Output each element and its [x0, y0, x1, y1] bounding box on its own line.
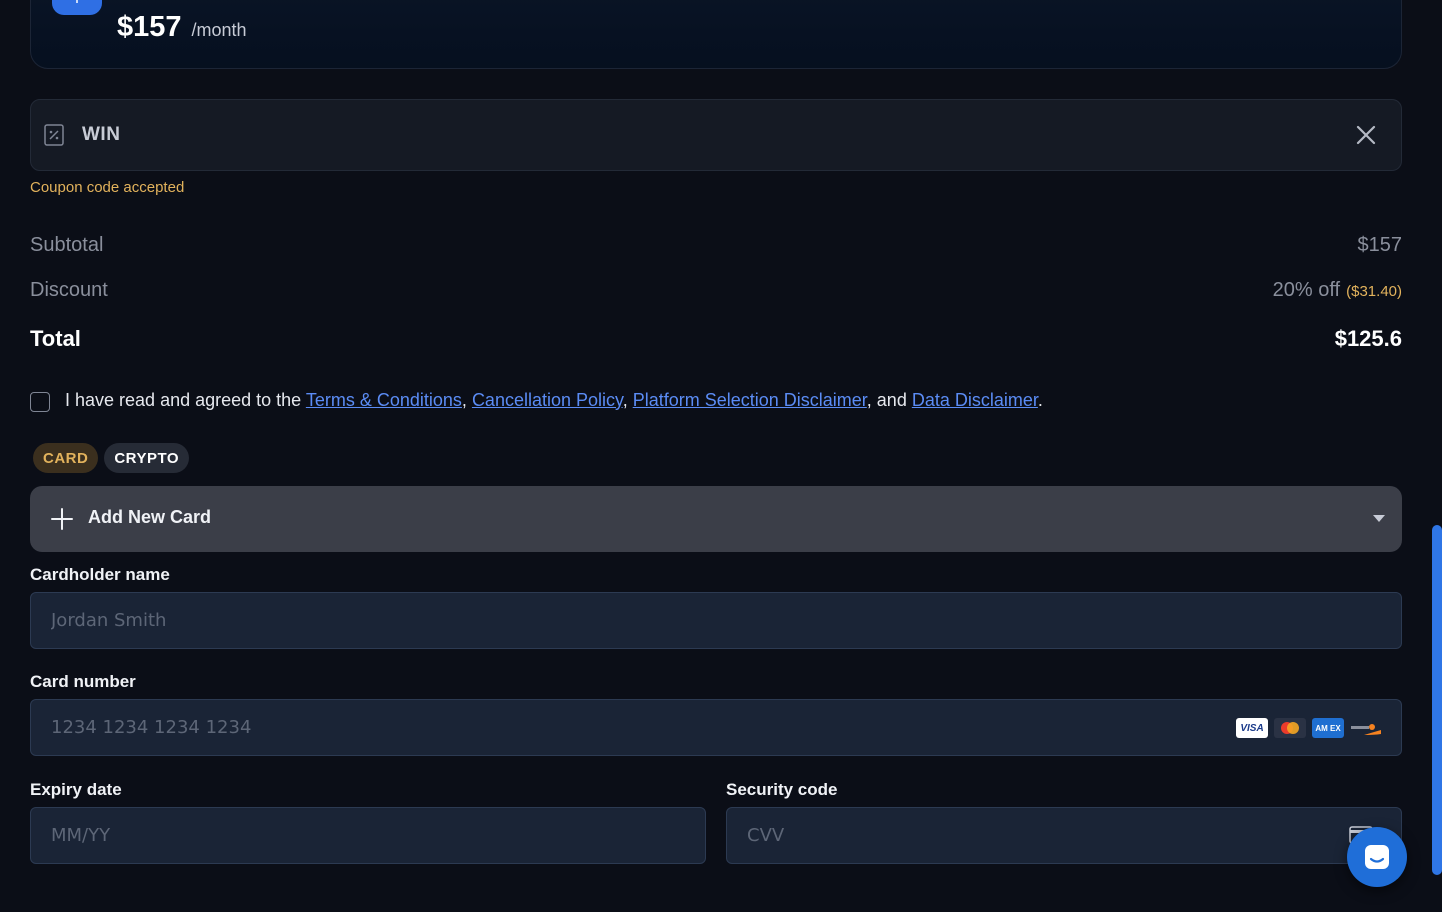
security-code-input[interactable]	[726, 807, 1402, 864]
security-code-label: Security code	[726, 780, 838, 799]
plan-badge	[52, 0, 102, 15]
expiry-date-input[interactable]	[30, 807, 706, 864]
card-number-label: Card number	[30, 672, 136, 691]
discount-label: Discount	[30, 279, 108, 301]
subtotal-value: $157	[1357, 234, 1403, 256]
chat-icon	[1365, 845, 1389, 869]
agreement-separator: , and	[866, 389, 912, 410]
scrollbar-thumb[interactable]	[1432, 525, 1442, 875]
discount-value: 20% off	[1272, 279, 1341, 301]
visa-icon: VISA	[1236, 718, 1268, 738]
amex-icon: AM EX	[1312, 718, 1344, 738]
agreement-checkbox[interactable]	[30, 392, 50, 412]
agreement-suffix: .	[1037, 389, 1043, 410]
plan-card: $157 /month	[30, 0, 1402, 69]
card-number-input[interactable]	[30, 699, 1402, 756]
agreement-row: I have read and agreed to the Terms & Co…	[30, 388, 1043, 412]
discount-amount: ($31.40)	[1346, 283, 1402, 300]
plan-badge-icon	[76, 0, 78, 3]
subtotal-label: Subtotal	[30, 234, 104, 256]
agreement-text: I have read and agreed to the Terms & Co…	[65, 390, 1043, 411]
plan-price-amount: $157	[117, 11, 182, 43]
coupon-code: WIN	[82, 124, 121, 145]
cardholder-name-input[interactable]	[30, 592, 1402, 649]
plan-price: $157 /month	[117, 11, 247, 44]
tab-crypto[interactable]: CRYPTO	[104, 443, 190, 473]
discount-value-group: 20% off ($31.40)	[1273, 279, 1402, 302]
chevron-down-icon	[1373, 515, 1385, 522]
card-select-label: Add New Card	[88, 507, 212, 527]
coupon-status-message: Coupon code accepted	[30, 179, 185, 196]
agreement-separator: ,	[461, 389, 472, 410]
total-label: Total	[30, 326, 81, 351]
discover-icon	[1350, 718, 1382, 738]
chat-launcher-button[interactable]	[1347, 827, 1407, 887]
plus-icon	[51, 508, 73, 530]
terms-link[interactable]: Terms & Conditions	[306, 390, 462, 410]
coupon-field[interactable]: WIN	[30, 99, 1402, 171]
subtotal-row: Subtotal $157	[30, 234, 1402, 257]
discount-row: Discount 20% off ($31.40)	[30, 279, 1402, 302]
mastercard-icon	[1274, 718, 1306, 738]
cardholder-label: Cardholder name	[30, 565, 170, 584]
tab-card[interactable]: CARD	[33, 443, 99, 473]
data-disclaimer-link[interactable]: Data Disclaimer	[912, 390, 1038, 410]
card-select-dropdown[interactable]: Add New Card	[30, 486, 1402, 552]
total-row: Total $125.6	[30, 326, 1402, 352]
agreement-prefix: I have read and agreed to the	[65, 389, 306, 410]
agreement-separator: ,	[622, 389, 633, 410]
coupon-icon	[44, 124, 64, 146]
platform-disclaimer-link[interactable]: Platform Selection Disclaimer	[633, 390, 867, 410]
close-icon[interactable]	[1355, 124, 1377, 146]
total-value: $125.6	[1334, 326, 1402, 351]
cancellation-policy-link[interactable]: Cancellation Policy	[472, 390, 623, 410]
plan-price-period: /month	[191, 20, 247, 40]
payment-method-tabs: CARD CRYPTO	[33, 443, 190, 473]
card-brand-icons: VISA AM EX	[1236, 718, 1382, 738]
expiry-label: Expiry date	[30, 780, 122, 799]
